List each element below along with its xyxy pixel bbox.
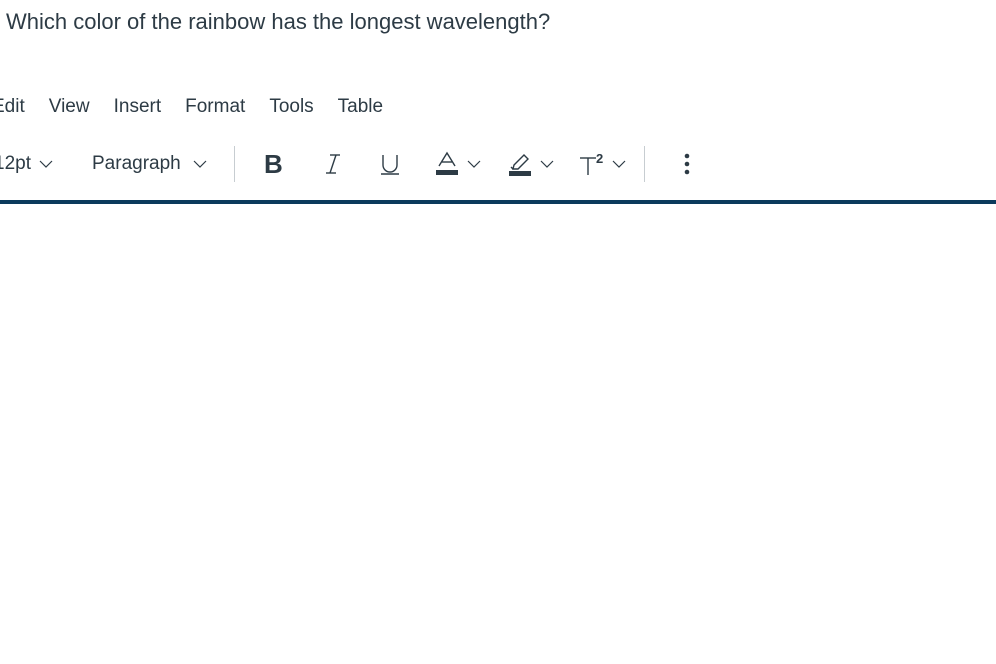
svg-text:2: 2 xyxy=(596,151,603,166)
menu-view[interactable]: View xyxy=(49,96,90,118)
bold-icon: B xyxy=(264,152,283,176)
superscript-icon: 2 xyxy=(580,151,603,175)
menu-format[interactable]: Format xyxy=(185,96,245,118)
highlight-icon xyxy=(509,154,531,176)
menu-insert[interactable]: Insert xyxy=(114,96,162,118)
font-size-dropdown[interactable]: 12pt xyxy=(0,144,53,184)
superscript-button[interactable]: 2 xyxy=(578,144,626,184)
editor-menubar: Edit View Insert Format Tools Table xyxy=(0,94,407,120)
underline-button[interactable] xyxy=(380,144,400,184)
menu-table[interactable]: Table xyxy=(338,96,383,118)
toolbar-divider xyxy=(644,146,645,182)
italic-icon xyxy=(326,154,340,174)
chevron-down-icon xyxy=(467,160,481,168)
italic-button[interactable] xyxy=(324,144,342,184)
question-text: Which color of the rainbow has the longe… xyxy=(6,9,551,34)
menu-edit[interactable]: Edit xyxy=(0,96,25,118)
chevron-down-icon xyxy=(612,160,626,168)
text-color-button[interactable] xyxy=(435,144,481,184)
underline-icon xyxy=(381,155,399,175)
font-size-value: 12pt xyxy=(0,153,31,174)
chevron-down-icon xyxy=(193,160,207,168)
chevron-down-icon xyxy=(39,160,53,168)
highlight-color-button[interactable] xyxy=(508,144,554,184)
svg-text:B: B xyxy=(264,152,283,176)
menu-tools[interactable]: Tools xyxy=(269,96,313,118)
text-color-icon xyxy=(436,151,458,175)
toolbar-divider xyxy=(234,146,235,182)
block-format-value: Paragraph xyxy=(92,153,181,174)
more-vertical-icon xyxy=(684,153,690,175)
rich-text-editor-area[interactable] xyxy=(0,204,996,664)
block-format-dropdown[interactable]: Paragraph xyxy=(92,144,207,184)
more-options-button[interactable] xyxy=(682,144,692,184)
editor-toolbar: 12pt Paragraph B xyxy=(0,144,996,184)
bold-button[interactable]: B xyxy=(264,144,286,184)
chevron-down-icon xyxy=(540,160,554,168)
